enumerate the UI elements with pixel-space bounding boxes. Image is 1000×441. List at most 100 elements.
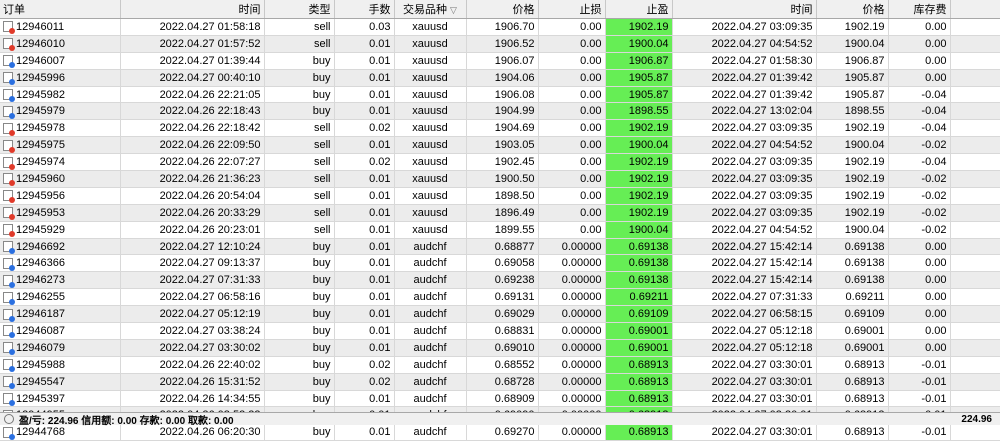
profit-cell: 0.83 xyxy=(950,305,1000,324)
sl-cell: 0.00 xyxy=(538,187,606,205)
table-row[interactable]: 12945978 2022.04.26 22:18:42 sell 0.02 xauus… xyxy=(0,119,1000,138)
col-price[interactable]: 价格 xyxy=(466,0,539,19)
table-row[interactable]: 12946692 2022.04.27 12:10:24 buy 0.01 audchf… xyxy=(0,238,1000,256)
table-row[interactable]: 12946011 2022.04.27 01:58:18 sell 0.03 xauus… xyxy=(0,18,1000,36)
sl-cell: 0.00 xyxy=(538,102,606,121)
col-symbol[interactable]: 交易品种 ▽ xyxy=(394,0,467,19)
col-type[interactable]: 类型 xyxy=(264,0,335,19)
table-row[interactable]: 12946087 2022.04.27 03:38:24 buy 0.01 audchf… xyxy=(0,322,1000,340)
profit-cell: -3.69 xyxy=(950,187,1000,205)
close-time-cell: 2022.04.27 07:31:33 xyxy=(672,288,817,307)
trade-ticket-icon xyxy=(3,173,15,187)
table-row[interactable]: 12945982 2022.04.26 22:21:05 buy 0.01 xauusd… xyxy=(0,86,1000,104)
summary-text: 盈/亏: 224.96 信用额: 0.00 存款: 0.00 取款: 0.00 xyxy=(19,415,234,427)
lots-cell: 0.01 xyxy=(334,322,395,340)
lots-cell: 0.02 xyxy=(334,373,395,391)
trade-ticket-icon xyxy=(3,190,15,204)
table-row[interactable]: 12945975 2022.04.26 22:09:50 sell 0.01 xauus… xyxy=(0,136,1000,155)
profit-cell: -5.70 xyxy=(950,204,1000,222)
profit-cell: 1.81 xyxy=(950,69,1000,87)
open-price-cell: 0.69270 xyxy=(466,423,539,441)
col-profit[interactable]: 获利 xyxy=(950,0,1000,19)
lots-cell: 0.01 xyxy=(334,170,395,188)
col-lots[interactable]: 手数 xyxy=(334,0,395,19)
swap-cell: 0.00 xyxy=(888,339,951,357)
tp-cell: 1900.04 xyxy=(605,35,673,53)
symbol-cell: xauusd xyxy=(394,136,467,155)
col-order[interactable]: 订单 xyxy=(0,0,121,19)
type-cell: buy xyxy=(264,423,335,441)
table-row[interactable]: 12945979 2022.04.26 22:18:43 buy 0.01 xauusd… xyxy=(0,102,1000,121)
table-row[interactable]: 12945397 2022.04.26 14:34:55 buy 0.01 audchf… xyxy=(0,390,1000,408)
close-time-cell: 2022.04.27 04:54:52 xyxy=(672,221,817,239)
open-price-cell: 1903.05 xyxy=(466,136,539,155)
table-row[interactable]: 12946007 2022.04.27 01:39:44 buy 0.01 xauusd… xyxy=(0,52,1000,70)
table-row[interactable]: 12945996 2022.04.27 00:40:10 buy 0.01 xauusd… xyxy=(0,69,1000,87)
table-row[interactable]: 12945960 2022.04.26 21:36:23 sell 0.01 xauus… xyxy=(0,170,1000,188)
trade-ticket-icon xyxy=(3,21,15,35)
tp-cell: 1902.19 xyxy=(605,153,673,172)
symbol-cell: xauusd xyxy=(394,187,467,205)
symbol-cell: audchf xyxy=(394,254,467,273)
open-price-cell: 1906.07 xyxy=(466,52,539,70)
trade-ticket-icon xyxy=(3,55,15,69)
open-price-cell: 1904.69 xyxy=(466,119,539,138)
close-price-cell: 0.69211 xyxy=(816,288,889,307)
table-row[interactable]: 12945953 2022.04.26 20:33:29 sell 0.01 xauus… xyxy=(0,204,1000,222)
table-row[interactable]: 12946273 2022.04.27 07:31:33 buy 0.01 audchf… xyxy=(0,271,1000,290)
type-cell: sell xyxy=(264,18,335,36)
open-time-cell: 2022.04.26 22:09:50 xyxy=(120,136,265,155)
col-close-time[interactable]: 时间 xyxy=(672,0,817,19)
table-row[interactable]: 12946079 2022.04.27 03:30:02 buy 0.01 audchf… xyxy=(0,339,1000,357)
profit-cell: -0.21 xyxy=(950,86,1000,104)
sl-cell: 0.00000 xyxy=(538,390,606,408)
symbol-cell: xauusd xyxy=(394,204,467,222)
close-price-cell: 1900.04 xyxy=(816,35,889,53)
table-row[interactable]: 12946187 2022.04.27 05:12:19 buy 0.01 audchf… xyxy=(0,305,1000,324)
symbol-cell: audchf xyxy=(394,288,467,307)
open-price-cell: 0.68552 xyxy=(466,356,539,374)
profit-cell: -1.69 xyxy=(950,170,1000,188)
profit-cell: 6.48 xyxy=(950,35,1000,53)
col-sl[interactable]: 止损 xyxy=(538,0,606,19)
status-icon xyxy=(4,414,14,424)
col-tp[interactable]: 止盈 xyxy=(605,0,673,19)
table-row[interactable]: 12946366 2022.04.27 09:13:37 buy 0.01 audchf… xyxy=(0,254,1000,273)
type-cell: buy xyxy=(264,86,335,104)
open-time-cell: 2022.04.27 12:10:24 xyxy=(120,238,265,256)
sl-cell: 0.00000 xyxy=(538,238,606,256)
close-time-cell: 2022.04.27 05:12:18 xyxy=(672,339,817,357)
open-price-cell: 1906.52 xyxy=(466,35,539,53)
open-price-cell: 0.69010 xyxy=(466,339,539,357)
table-row[interactable]: 12945929 2022.04.26 20:23:01 sell 0.01 xauus… xyxy=(0,221,1000,239)
table-row[interactable]: 12945988 2022.04.26 22:40:02 buy 0.02 audchf… xyxy=(0,356,1000,374)
trade-ticket-icon xyxy=(3,38,15,52)
profit-cell: -0.09 xyxy=(950,339,1000,357)
col-close-price[interactable]: 价格 xyxy=(816,0,889,19)
close-price-cell: 0.69109 xyxy=(816,305,889,324)
lots-cell: 0.01 xyxy=(334,204,395,222)
sl-cell: 0.00000 xyxy=(538,288,606,307)
close-price-cell: 1902.19 xyxy=(816,119,889,138)
table-row[interactable]: 12946255 2022.04.27 06:58:16 buy 0.01 audchf… xyxy=(0,288,1000,307)
table-row[interactable]: 12945547 2022.04.26 15:31:52 buy 0.02 audchf… xyxy=(0,373,1000,391)
col-time[interactable]: 时间 xyxy=(120,0,265,19)
col-swap[interactable]: 库存费 xyxy=(888,0,951,19)
status-bar: 盈/亏: 224.96 信用额: 0.00 存款: 0.00 取款: 0.00 … xyxy=(0,412,1000,427)
lots-cell: 0.01 xyxy=(334,271,395,290)
close-price-cell: 1906.87 xyxy=(816,52,889,70)
sl-cell: 0.00 xyxy=(538,35,606,53)
table-row[interactable]: 12945974 2022.04.26 22:07:27 sell 0.02 xauus… xyxy=(0,153,1000,172)
close-time-cell: 2022.04.27 03:09:35 xyxy=(672,119,817,138)
table-header: 订单 时间 类型 手数 交易品种▽ 价格 止损 止盈 时间 价格 库存费 获利 xyxy=(0,0,1000,19)
symbol-cell: xauusd xyxy=(394,153,467,172)
close-time-cell: 2022.04.27 15:42:14 xyxy=(672,238,817,256)
order-cell: 12946007 xyxy=(0,52,121,70)
open-time-cell: 2022.04.26 14:34:55 xyxy=(120,390,265,408)
type-cell: buy xyxy=(264,69,335,87)
funnel-icon[interactable]: ▽ xyxy=(450,5,457,15)
table-row[interactable]: 12946010 2022.04.27 01:57:52 sell 0.01 xauus… xyxy=(0,35,1000,53)
trade-ticket-icon xyxy=(3,426,15,440)
trade-ticket-icon xyxy=(3,105,15,119)
table-row[interactable]: 12945956 2022.04.26 20:54:04 sell 0.01 xauus… xyxy=(0,187,1000,205)
